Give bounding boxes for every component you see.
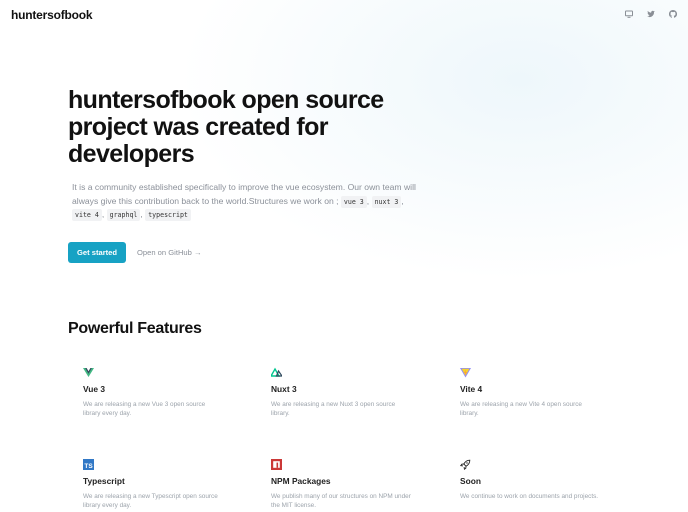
github-icon[interactable] <box>668 9 678 19</box>
rocket-icon <box>460 459 471 470</box>
feature-description: We are releasing a new Vite 4 open sourc… <box>460 401 582 417</box>
hero-title: huntersofbook open source project was cr… <box>68 86 384 168</box>
vite-icon <box>460 367 471 378</box>
feature-description: We are releasing a new Typescript open s… <box>83 493 218 509</box>
feature-title: Nuxt 3 <box>271 384 297 394</box>
feature-card-soon: Soon We continue to work on documents an… <box>460 459 610 501</box>
feature-title: Soon <box>460 476 481 486</box>
tag-nuxt3: nuxt 3 <box>371 195 402 208</box>
tag-vue3: vue 3 <box>340 195 367 208</box>
feature-title: Vite 4 <box>460 384 483 394</box>
hero-description: It is a community established specifical… <box>72 182 416 221</box>
feature-title: Vue 3 <box>83 384 106 394</box>
features-title: Powerful Features <box>68 320 202 337</box>
nuxt-icon <box>271 367 282 378</box>
feature-description: We are releasing a new Nuxt 3 open sourc… <box>271 401 396 417</box>
top-icon-group <box>624 9 678 19</box>
feature-card-npm: NPM Packages We publish many of our stru… <box>271 459 421 510</box>
svg-text:TS: TS <box>84 463 93 470</box>
site-logo[interactable]: huntersofbook <box>11 8 93 22</box>
typescript-icon: TS <box>83 459 94 470</box>
feature-description: We are releasing a new Vue 3 open source… <box>83 401 206 417</box>
twitter-icon[interactable] <box>646 9 656 19</box>
vue-icon <box>83 367 94 378</box>
feature-card-typescript: TS Typescript We are releasing a new Typ… <box>83 459 233 510</box>
get-started-button[interactable]: Get started <box>68 242 126 263</box>
feature-card-vue: Vue 3 We are releasing a new Vue 3 open … <box>83 367 233 418</box>
feature-card-nuxt: Nuxt 3 We are releasing a new Nuxt 3 ope… <box>271 367 421 418</box>
tag-typescript: typescript <box>145 209 191 221</box>
feature-card-vite: Vite 4 We are releasing a new Vite 4 ope… <box>460 367 610 418</box>
monitor-icon[interactable] <box>624 9 634 19</box>
npm-icon <box>271 459 282 470</box>
tag-graphql: graphql <box>106 209 141 221</box>
tag-vite4: vite 4 <box>72 209 102 221</box>
feature-description: We publish many of our structures on NPM… <box>271 493 411 509</box>
feature-description: We continue to work on documents and pro… <box>460 493 599 500</box>
open-on-github-link[interactable]: Open on GitHub → <box>137 248 202 257</box>
feature-title: Typescript <box>83 476 125 486</box>
feature-title: NPM Packages <box>271 476 331 486</box>
top-navbar: huntersofbook <box>0 0 688 32</box>
